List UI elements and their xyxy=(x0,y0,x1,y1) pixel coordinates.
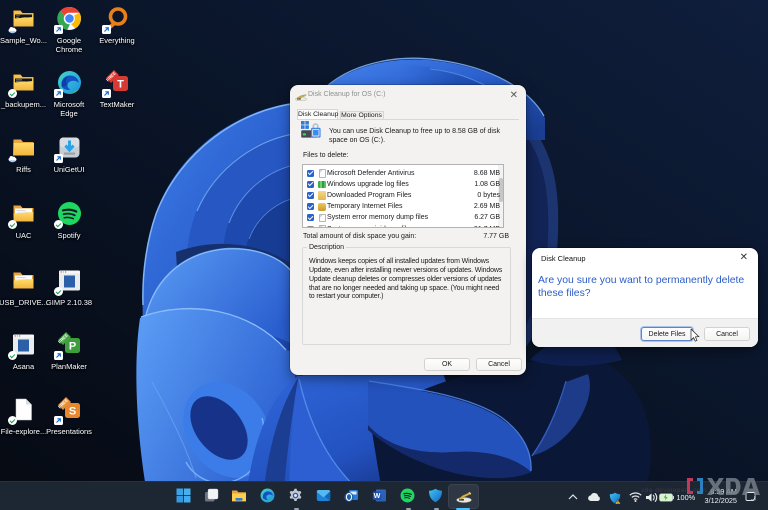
svg-text:W: W xyxy=(374,491,381,500)
svg-text:T: T xyxy=(117,79,124,91)
svg-text:S: S xyxy=(68,406,75,418)
svg-text:P: P xyxy=(68,341,75,353)
